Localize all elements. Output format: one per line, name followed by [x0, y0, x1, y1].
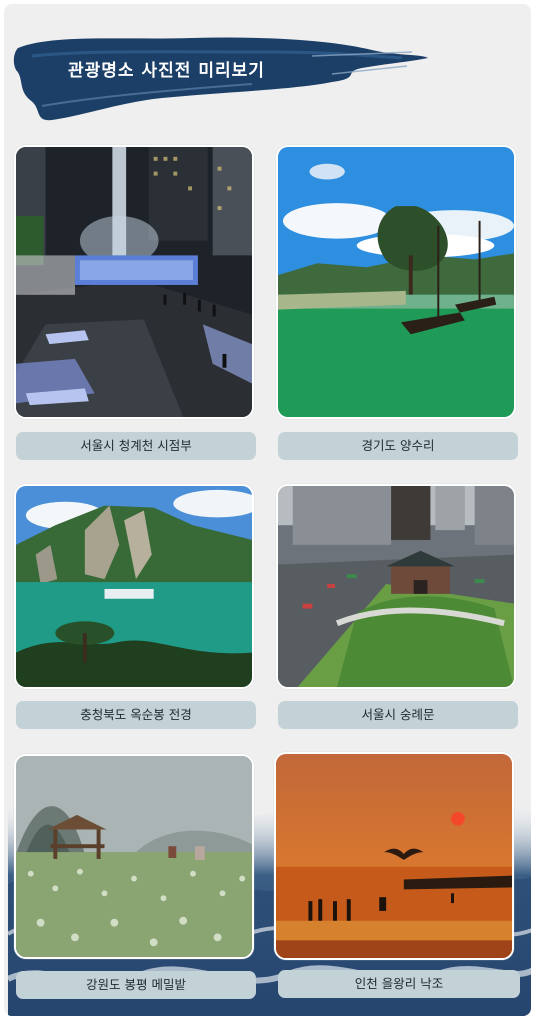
- gallery-panel: 관광명소 사진전 미리보기 서울시 청계천 시점부 경기도 양수리 충청북도 옥…: [4, 4, 531, 1016]
- caption-eurwangni: 인천 을왕리 낙조: [278, 970, 520, 998]
- photo-oksunbong[interactable]: [14, 484, 254, 689]
- photo-sungnyemun[interactable]: [276, 484, 516, 689]
- caption-oksunbong: 충청북도 옥순봉 전경: [16, 701, 256, 729]
- caption-bongpyeong: 강원도 봉평 메밀밭: [16, 971, 256, 999]
- photo-yangsuri[interactable]: [276, 145, 516, 419]
- caption-yangsuri: 경기도 양수리: [278, 432, 518, 460]
- photo-cheonggyecheon[interactable]: [14, 145, 254, 419]
- caption-sungnyemun: 서울시 숭례문: [278, 701, 518, 729]
- photo-bongpyeong[interactable]: [14, 754, 254, 959]
- photo-eurwangni[interactable]: [274, 752, 514, 960]
- page-title: 관광명소 사진전 미리보기: [68, 61, 265, 81]
- caption-cheonggyecheon: 서울시 청계천 시점부: [16, 432, 256, 460]
